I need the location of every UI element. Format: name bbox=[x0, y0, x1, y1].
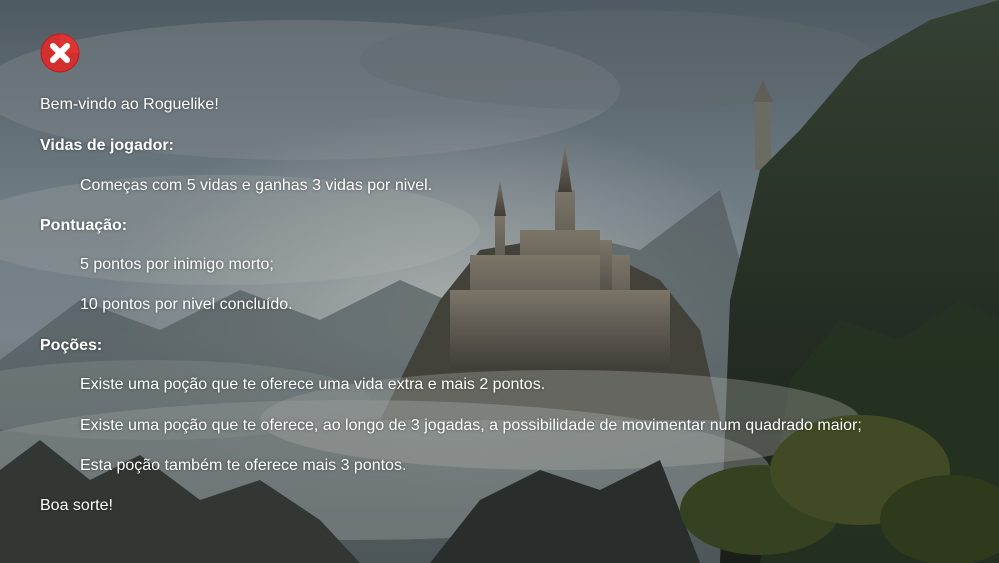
potions-item: Esta poção também te oferece mais 3 pont… bbox=[80, 457, 407, 474]
score-item: 10 pontos por nivel concluído. bbox=[80, 296, 293, 313]
outro-text: Boa sorte! bbox=[40, 497, 113, 514]
background-castle-landscape bbox=[0, 0, 999, 563]
intro-text: Bem-vindo ao Roguelike! bbox=[40, 96, 219, 113]
score-item: 5 pontos por inimigo morto; bbox=[80, 256, 274, 273]
close-button[interactable] bbox=[40, 33, 80, 73]
score-heading: Pontuação: bbox=[40, 217, 128, 234]
potions-heading: Poções: bbox=[40, 337, 103, 354]
potions-item: Existe uma poção que te oferece, ao long… bbox=[80, 417, 862, 434]
lives-heading: Vidas de jogador: bbox=[40, 137, 174, 154]
lives-item: Começas com 5 vidas e ganhas 3 vidas por… bbox=[80, 177, 433, 194]
potions-item: Existe uma poção que te oferece uma vida… bbox=[80, 376, 546, 393]
close-x-icon bbox=[40, 33, 80, 73]
